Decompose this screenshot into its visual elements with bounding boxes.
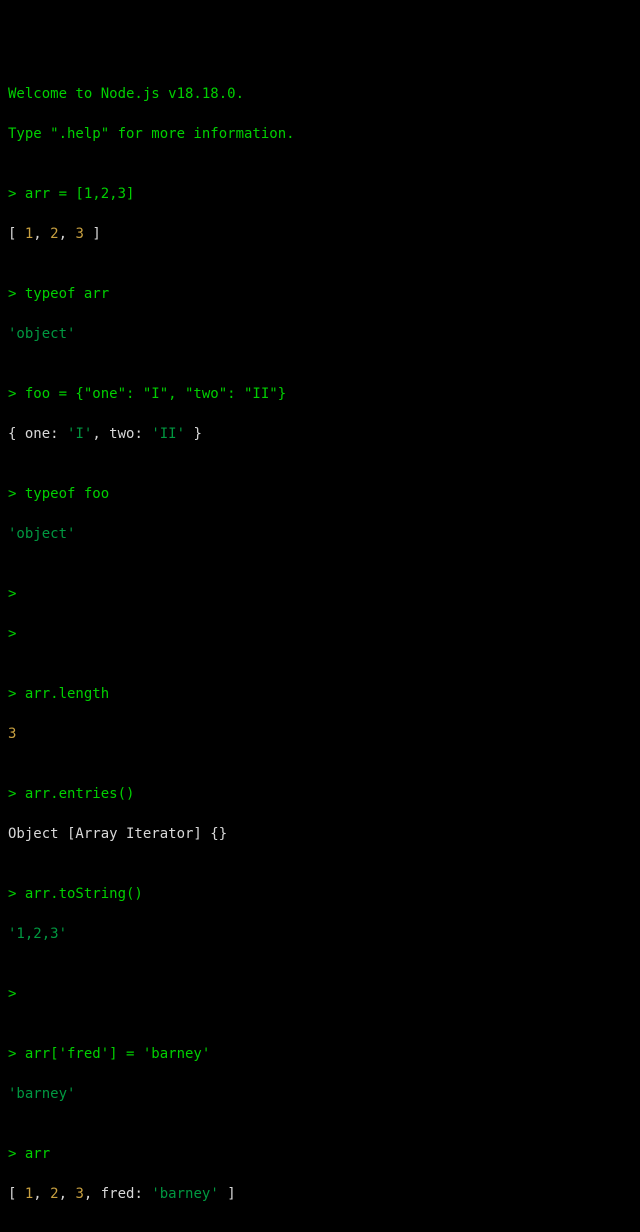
input: typeof foo — [25, 486, 109, 502]
output-line: Object [Array Iterator] {} — [8, 824, 632, 844]
output-line: 'barney' — [8, 1084, 632, 1104]
prompt: > — [8, 786, 25, 802]
repl-line[interactable]: > arr — [8, 1144, 632, 1164]
output-line: [ 1, 2, 3, fred: 'barney' ] — [8, 1184, 632, 1204]
repl-line[interactable]: > arr.toString() — [8, 884, 632, 904]
input: arr — [25, 1146, 50, 1162]
repl-line[interactable]: > arr = [1,2,3] — [8, 184, 632, 204]
output-line: { one: 'I', two: 'II' } — [8, 424, 632, 444]
prompt: > — [8, 186, 25, 202]
repl-line[interactable]: > typeof arr — [8, 284, 632, 304]
input: arr.length — [25, 686, 109, 702]
output-line: 3 — [8, 724, 632, 744]
output-line: '1,2,3' — [8, 924, 632, 944]
prompt: > — [8, 286, 25, 302]
prompt: > — [8, 386, 25, 402]
repl-line[interactable]: > — [8, 624, 632, 644]
prompt: > — [8, 1046, 25, 1062]
prompt: > — [8, 626, 25, 642]
repl-line[interactable]: > — [8, 584, 632, 604]
output-line: 'object' — [8, 324, 632, 344]
input: arr = [1,2,3] — [25, 186, 135, 202]
input: arr.toString() — [25, 886, 143, 902]
input: foo = {"one": "I", "two": "II"} — [25, 386, 286, 402]
repl-line[interactable]: > arr.entries() — [8, 784, 632, 804]
repl-line[interactable]: > — [8, 984, 632, 1004]
prompt: > — [8, 886, 25, 902]
input: arr.entries() — [25, 786, 135, 802]
prompt: > — [8, 1146, 25, 1162]
repl-line[interactable]: > arr['fred'] = 'barney' — [8, 1044, 632, 1064]
output-line: 'object' — [8, 524, 632, 544]
repl-line[interactable]: > typeof foo — [8, 484, 632, 504]
welcome-line: Welcome to Node.js v18.18.0. — [8, 84, 632, 104]
prompt: > — [8, 686, 25, 702]
repl-line[interactable]: > foo = {"one": "I", "two": "II"} — [8, 384, 632, 404]
output-line: [ 1, 2, 3 ] — [8, 224, 632, 244]
help-line: Type ".help" for more information. — [8, 124, 632, 144]
input: typeof arr — [25, 286, 109, 302]
prompt: > — [8, 486, 25, 502]
repl-line[interactable]: > arr.length — [8, 684, 632, 704]
input: arr['fred'] = 'barney' — [25, 1046, 210, 1062]
prompt: > — [8, 986, 25, 1002]
prompt: > — [8, 586, 25, 602]
